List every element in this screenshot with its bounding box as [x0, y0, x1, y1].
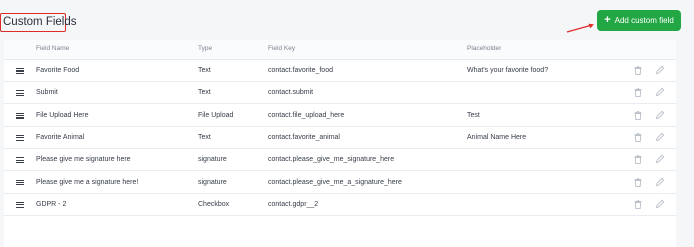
delete-icon[interactable]: [634, 66, 642, 75]
field-key-cell: contact.file_upload_here: [268, 111, 345, 119]
field-name-cell: Please give me a signature here!: [36, 178, 139, 186]
field-type-cell: Text: [198, 89, 211, 97]
drag-handle-icon[interactable]: [16, 179, 24, 186]
delete-icon[interactable]: [634, 110, 642, 120]
edit-icon[interactable]: [655, 132, 665, 142]
edit-icon[interactable]: [655, 199, 665, 209]
column-header-field-key: Field Key: [268, 45, 296, 52]
field-key-cell: contact.please_give_me_signature_here: [268, 156, 395, 164]
drag-handle-icon[interactable]: [16, 112, 24, 119]
column-header-field-name: Field Name: [36, 45, 70, 52]
field-key-cell: contact.submit: [268, 89, 314, 97]
field-name-cell: Submit: [36, 89, 58, 97]
delete-icon[interactable]: [634, 199, 642, 209]
table-row[interactable]: Submit Text contact.submit: [4, 82, 676, 105]
edit-icon[interactable]: [655, 87, 665, 97]
field-name-cell: Please give me signature here: [36, 156, 131, 164]
field-type-cell: Text: [198, 67, 211, 74]
plus-icon: +: [604, 14, 611, 26]
edit-icon[interactable]: [655, 177, 665, 187]
custom-fields-table: Field Name Type Field Key Placeholder Fa…: [4, 40, 676, 247]
column-header-placeholder: Placeholder: [467, 45, 502, 52]
edit-icon[interactable]: [655, 154, 665, 164]
add-custom-field-button[interactable]: + Add custom field: [597, 10, 681, 31]
edit-icon[interactable]: [655, 65, 665, 75]
field-type-cell: signature: [198, 178, 227, 186]
field-key-cell: contact.please_give_me_a_signature_here: [268, 178, 402, 186]
table-row[interactable]: Please give me signature here signature …: [4, 149, 676, 172]
field-type-cell: Text: [198, 133, 211, 141]
page-title: Custom Fields: [0, 13, 77, 32]
delete-icon[interactable]: [634, 155, 642, 165]
add-custom-field-label: Add custom field: [614, 16, 674, 25]
delete-icon[interactable]: [634, 88, 642, 98]
table-header: Field Name Type Field Key Placeholder: [4, 40, 676, 60]
field-key-cell: contact.favorite_food: [268, 67, 333, 74]
placeholder-cell: Test: [467, 111, 480, 119]
delete-icon[interactable]: [634, 133, 642, 142]
field-name-cell: Favorite Animal: [36, 133, 85, 141]
table-row[interactable]: File Upload Here File Upload contact.fil…: [4, 105, 676, 127]
drag-handle-icon[interactable]: [16, 201, 24, 208]
drag-handle-icon[interactable]: [16, 157, 24, 164]
field-name-cell: Favorite Food: [36, 67, 80, 74]
field-type-cell: Checkbox: [198, 200, 230, 208]
column-header-type: Type: [198, 45, 213, 52]
field-key-cell: contact.gdpr__2: [268, 200, 319, 208]
field-name-cell: File Upload Here: [36, 111, 89, 119]
table-row[interactable]: GDPR - 2 Checkbox contact.gdpr__2: [4, 194, 676, 216]
table-row[interactable]: Favorite Food Text contact.favorite_food…: [4, 60, 676, 82]
drag-handle-icon[interactable]: [16, 68, 24, 74]
placeholder-cell: What's your favorite food?: [467, 67, 549, 74]
custom-fields-page: Custom Fields + Add custom field Field N…: [0, 0, 694, 247]
delete-icon[interactable]: [634, 177, 642, 187]
drag-handle-icon[interactable]: [16, 134, 24, 141]
field-type-cell: File Upload: [198, 111, 234, 119]
table-row[interactable]: Favorite Animal Text contact.favorite_an…: [4, 127, 676, 149]
field-type-cell: signature: [198, 156, 227, 164]
table-row[interactable]: Please give me a signature here! signatu…: [4, 172, 676, 194]
placeholder-cell: Animal Name Here: [467, 133, 527, 141]
drag-handle-icon[interactable]: [16, 90, 24, 97]
field-key-cell: contact.favorite_animal: [268, 133, 340, 141]
arrow-annotation-icon: [566, 23, 594, 33]
edit-icon[interactable]: [655, 110, 665, 120]
field-name-cell: GDPR - 2: [36, 200, 67, 208]
